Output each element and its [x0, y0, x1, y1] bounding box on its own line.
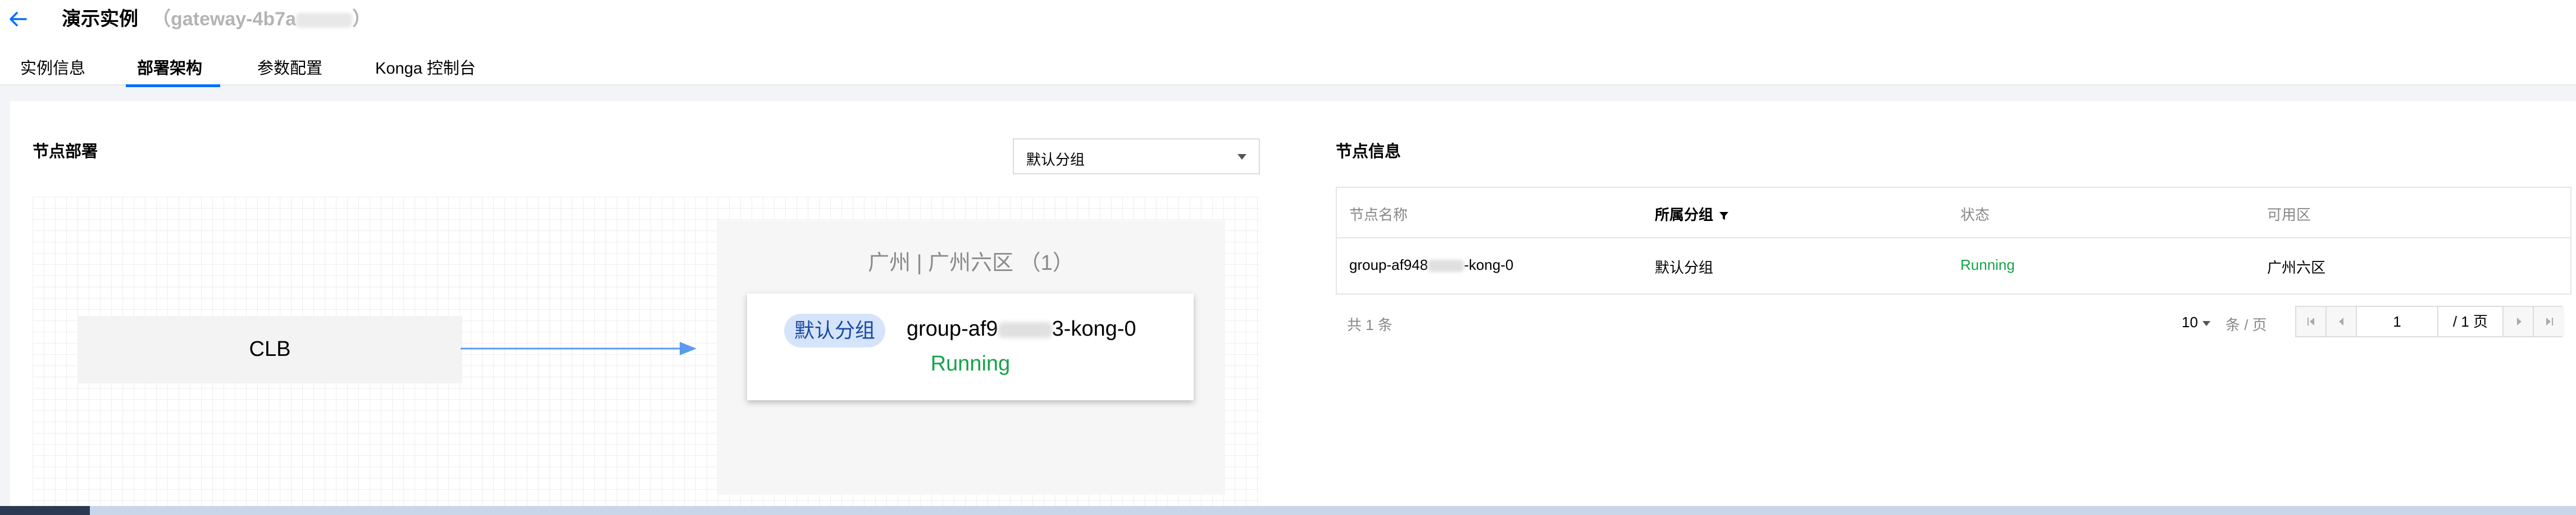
active-tab-indicator — [126, 84, 220, 87]
node-info-title: 节点信息 — [1336, 143, 1401, 161]
prev-page-icon — [2339, 318, 2343, 326]
node-status: Running — [930, 352, 1011, 376]
group-tag: 默认分组 — [784, 314, 886, 347]
redacted-text — [1428, 260, 1464, 273]
instance-id: （gateway-4b7a） — [152, 8, 371, 30]
page-title: 演示实例 — [62, 8, 138, 30]
tab-deploy-architecture[interactable]: 部署架构 — [137, 57, 202, 80]
column-header: 节点名称 — [1349, 206, 1408, 223]
page-total: / 1 页 — [2438, 307, 2504, 336]
group-select[interactable]: 默认分组 — [1013, 138, 1260, 174]
table-cell-name: group-af948 -kong-0 — [1349, 256, 1514, 273]
column-header: 状态 — [1960, 206, 1990, 223]
node-table: 节点名称 所属分组 状态 可用区 group-af948 -kong-0 默认分组… — [1336, 187, 2572, 295]
arrow-right-icon — [461, 342, 697, 355]
group-select-value: 默认分组 — [1026, 151, 1085, 168]
table-cell-status: Running — [1960, 256, 2015, 273]
clb-label: CLB — [249, 337, 291, 361]
tab-konga-console[interactable]: Konga 控制台 — [375, 57, 476, 80]
redacted-text — [998, 322, 1052, 338]
page-header: 演示实例 （gateway-4b7a） 实例信息 部署架构 参数配置 Konga… — [0, 0, 2576, 85]
page-size-select[interactable]: 10 — [2182, 314, 2210, 331]
bottom-bar-accent — [0, 506, 90, 515]
column-header: 可用区 — [2267, 206, 2311, 223]
first-page-icon — [2308, 318, 2314, 326]
table-header: 节点名称 所属分组 状态 可用区 — [1337, 188, 2570, 238]
node-deploy-title: 节点部署 — [33, 143, 98, 161]
table-cell-group: 默认分组 — [1655, 259, 1714, 276]
prev-page-button[interactable] — [2327, 307, 2357, 336]
first-page-button[interactable] — [2296, 307, 2327, 336]
node-card[interactable]: 默认分组 group-af9 3-kong-0 Running — [747, 293, 1194, 400]
page-input[interactable]: 1 — [2357, 307, 2438, 336]
tab-parameter-config[interactable]: 参数配置 — [257, 57, 322, 80]
main-panel: 节点部署 默认分组 CLB 广州 | 广州六区 （1） 默认分组 group-a… — [10, 101, 2576, 506]
last-page-button[interactable] — [2534, 307, 2564, 336]
per-page-label: 条 / 页 — [2225, 317, 2267, 333]
zone-title: 广州 | 广州六区 （1） — [868, 251, 1074, 275]
redacted-text — [296, 13, 352, 28]
clb-node[interactable]: CLB — [78, 316, 462, 383]
column-header-group[interactable]: 所属分组 — [1655, 204, 1730, 224]
tab-instance-info[interactable]: 实例信息 — [20, 57, 85, 80]
chevron-down-icon — [1237, 154, 1246, 160]
filter-icon[interactable] — [1718, 210, 1730, 222]
table-cell-zone: 广州六区 — [2267, 259, 2326, 276]
last-page-icon — [2546, 318, 2553, 326]
chevron-down-icon — [2202, 320, 2210, 326]
next-page-button[interactable] — [2504, 307, 2534, 336]
back-arrow-icon[interactable] — [7, 8, 29, 30]
node-name: group-af9 3-kong-0 — [907, 317, 1136, 341]
zone-container: 广州 | 广州六区 （1） 默认分组 group-af9 3-kong-0 Run… — [717, 220, 1225, 495]
tab-bar: 实例信息 部署架构 参数配置 Konga 控制台 — [0, 54, 2576, 85]
bottom-bar — [0, 506, 2576, 515]
next-page-icon — [2517, 318, 2522, 326]
total-count: 共 1 条 — [1347, 317, 1392, 333]
pagination: 1 / 1 页 — [2295, 306, 2564, 337]
